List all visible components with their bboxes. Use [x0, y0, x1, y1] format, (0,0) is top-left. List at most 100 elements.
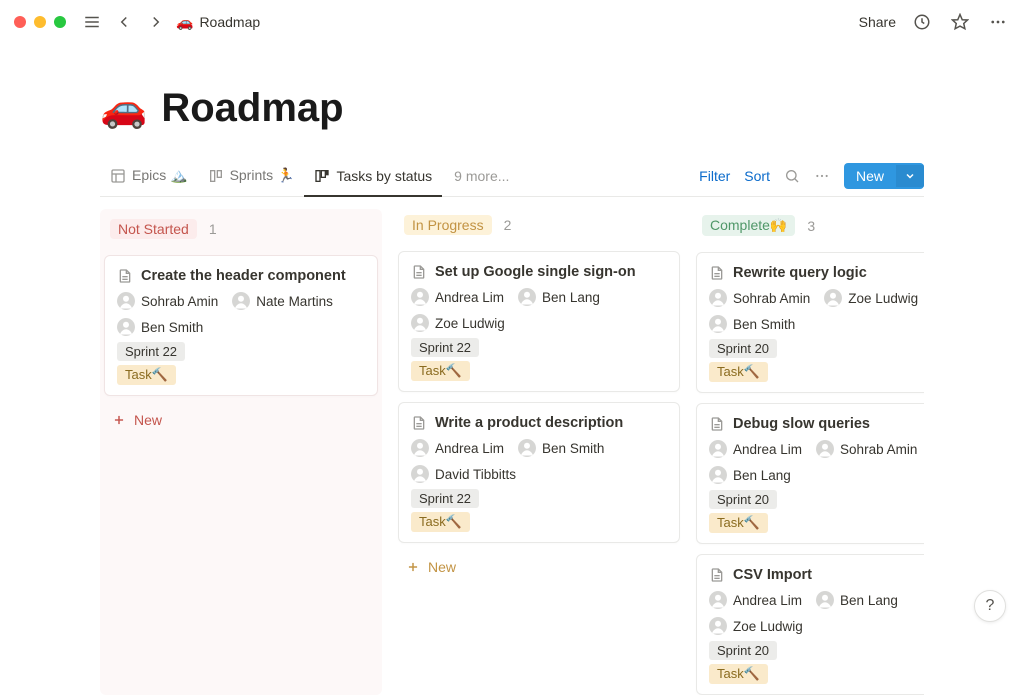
card-title-row: Create the header component — [117, 268, 365, 284]
type-chip[interactable]: Task🔨 — [709, 362, 768, 382]
card[interactable]: Debug slow queriesAndrea LimSohrab AminB… — [696, 403, 924, 544]
page-icon — [411, 264, 427, 280]
kanban-board: Not Started 1 Create the header component S… — [100, 209, 924, 695]
card[interactable]: Write a product descriptionAndrea LimBen… — [398, 402, 680, 543]
sprint-chip[interactable]: Sprint 20 — [709, 641, 777, 660]
chevron-down-icon[interactable] — [896, 165, 924, 187]
avatar-icon — [816, 440, 834, 458]
filter-button[interactable]: Filter — [699, 168, 730, 184]
avatar-icon — [411, 465, 429, 483]
avatar-icon — [824, 289, 842, 307]
column-header[interactable]: In Progress 2 — [398, 209, 680, 241]
type-chip[interactable]: Task🔨 — [709, 664, 768, 684]
sort-button[interactable]: Sort — [744, 168, 770, 184]
tag-list: Task🔨 — [411, 361, 667, 381]
tab-more-label: 9 more... — [454, 168, 509, 184]
assignee: Sohrab Amin — [117, 292, 218, 310]
help-button[interactable]: ? — [974, 590, 1006, 622]
card-title: CSV Import — [733, 567, 812, 583]
tag-list: Task🔨 — [117, 365, 365, 385]
assignee-list: Andrea LimBen SmithDavid Tibbitts — [411, 439, 667, 483]
card-title: Debug slow queries — [733, 416, 870, 432]
hamburger-icon[interactable] — [80, 10, 104, 34]
column-count: 2 — [504, 217, 512, 233]
assignee-list: Andrea LimBen LangZoe Ludwig — [411, 288, 667, 332]
plus-icon — [112, 413, 126, 427]
card[interactable]: Rewrite query logicSohrab AminZoe Ludwig… — [696, 252, 924, 393]
card-title: Set up Google single sign-on — [435, 264, 636, 280]
page-title-text[interactable]: Roadmap — [161, 86, 343, 131]
card[interactable]: Create the header componentSohrab AminNa… — [104, 255, 378, 396]
fullscreen-window-icon[interactable] — [54, 16, 66, 28]
status-pill[interactable]: Not Started — [110, 219, 197, 239]
tab-label: Sprints 🏃 — [230, 167, 295, 184]
close-window-icon[interactable] — [14, 16, 26, 28]
assignee: Ben Smith — [709, 315, 795, 333]
tag-list: Task🔨 — [709, 513, 924, 533]
assignee: David Tibbitts — [411, 465, 516, 483]
assignee-name: Ben Smith — [542, 441, 604, 456]
avatar-icon — [518, 288, 536, 306]
page-icon — [709, 567, 725, 583]
assignee-list: Sohrab AminZoe LudwigBen Smith — [709, 289, 924, 333]
avatar-icon — [411, 439, 429, 457]
forward-icon[interactable] — [144, 10, 168, 34]
star-icon[interactable] — [948, 10, 972, 34]
assignee-name: Ben Smith — [733, 317, 795, 332]
sprint-chip[interactable]: Sprint 22 — [117, 342, 185, 361]
breadcrumb[interactable]: 🚗 Roadmap — [176, 14, 260, 31]
share-button[interactable]: Share — [859, 14, 896, 30]
assignee: Andrea Lim — [411, 288, 504, 306]
assignee-name: Sohrab Amin — [733, 291, 810, 306]
type-chip[interactable]: Task🔨 — [117, 365, 176, 385]
assignee-name: Ben Lang — [840, 593, 898, 608]
window-traffic-lights — [14, 16, 66, 28]
card-title-row: CSV Import — [709, 567, 924, 583]
assignee-list: Andrea LimBen LangZoe Ludwig — [709, 591, 924, 635]
status-pill[interactable]: In Progress — [404, 215, 492, 235]
tag-list: Task🔨 — [709, 664, 924, 684]
tag-list: Sprint 20 — [709, 339, 924, 358]
sprint-chip[interactable]: Sprint 20 — [709, 339, 777, 358]
assignee: Ben Smith — [117, 318, 203, 336]
card-title: Create the header component — [141, 268, 346, 284]
type-chip[interactable]: Task🔨 — [709, 513, 768, 533]
page-emoji[interactable]: 🚗 — [100, 87, 147, 131]
tab-tasks-by-status[interactable]: Tasks by status — [304, 155, 442, 196]
topbar: 🚗 Roadmap Share — [0, 0, 1024, 44]
tab-sprints[interactable]: Sprints 🏃 — [198, 155, 305, 196]
column-not-started: Not Started 1 Create the header component S… — [100, 209, 382, 695]
clock-icon[interactable] — [910, 10, 934, 34]
sprint-chip[interactable]: Sprint 22 — [411, 338, 479, 357]
plus-icon — [406, 560, 420, 574]
avatar-icon — [816, 591, 834, 609]
minimize-window-icon[interactable] — [34, 16, 46, 28]
tag-list: Task🔨 — [411, 512, 667, 532]
back-icon[interactable] — [112, 10, 136, 34]
column-in-progress: In Progress 2 Set up Google single sign-on… — [398, 209, 680, 695]
avatar-icon — [411, 314, 429, 332]
add-card-button[interactable]: New — [104, 406, 378, 434]
card-title-row: Set up Google single sign-on — [411, 264, 667, 280]
type-chip[interactable]: Task🔨 — [411, 512, 470, 532]
add-card-button[interactable]: New — [398, 553, 680, 581]
avatar-icon — [709, 289, 727, 307]
status-pill[interactable]: Complete🙌 — [702, 215, 795, 236]
new-button[interactable]: New — [844, 163, 924, 189]
column-header[interactable]: Not Started 1 — [104, 213, 378, 245]
card[interactable]: Set up Google single sign-on Andrea LimBe… — [398, 251, 680, 392]
avatar-icon — [411, 288, 429, 306]
type-chip[interactable]: Task🔨 — [411, 361, 470, 381]
column-count: 1 — [209, 221, 217, 237]
sprint-chip[interactable]: Sprint 22 — [411, 489, 479, 508]
view-more-icon[interactable] — [814, 168, 830, 184]
search-icon[interactable] — [784, 168, 800, 184]
more-icon[interactable] — [986, 10, 1010, 34]
page-icon — [117, 268, 133, 284]
card[interactable]: CSV Import Andrea LimBen LangZoe Ludwig Sp… — [696, 554, 924, 695]
sprint-chip[interactable]: Sprint 20 — [709, 490, 777, 509]
tab-epics[interactable]: Epics 🏔️ — [100, 155, 198, 196]
column-header[interactable]: Complete🙌3 — [696, 209, 924, 242]
tab-more-views[interactable]: 9 more... — [442, 155, 519, 196]
assignee-name: Zoe Ludwig — [435, 316, 505, 331]
